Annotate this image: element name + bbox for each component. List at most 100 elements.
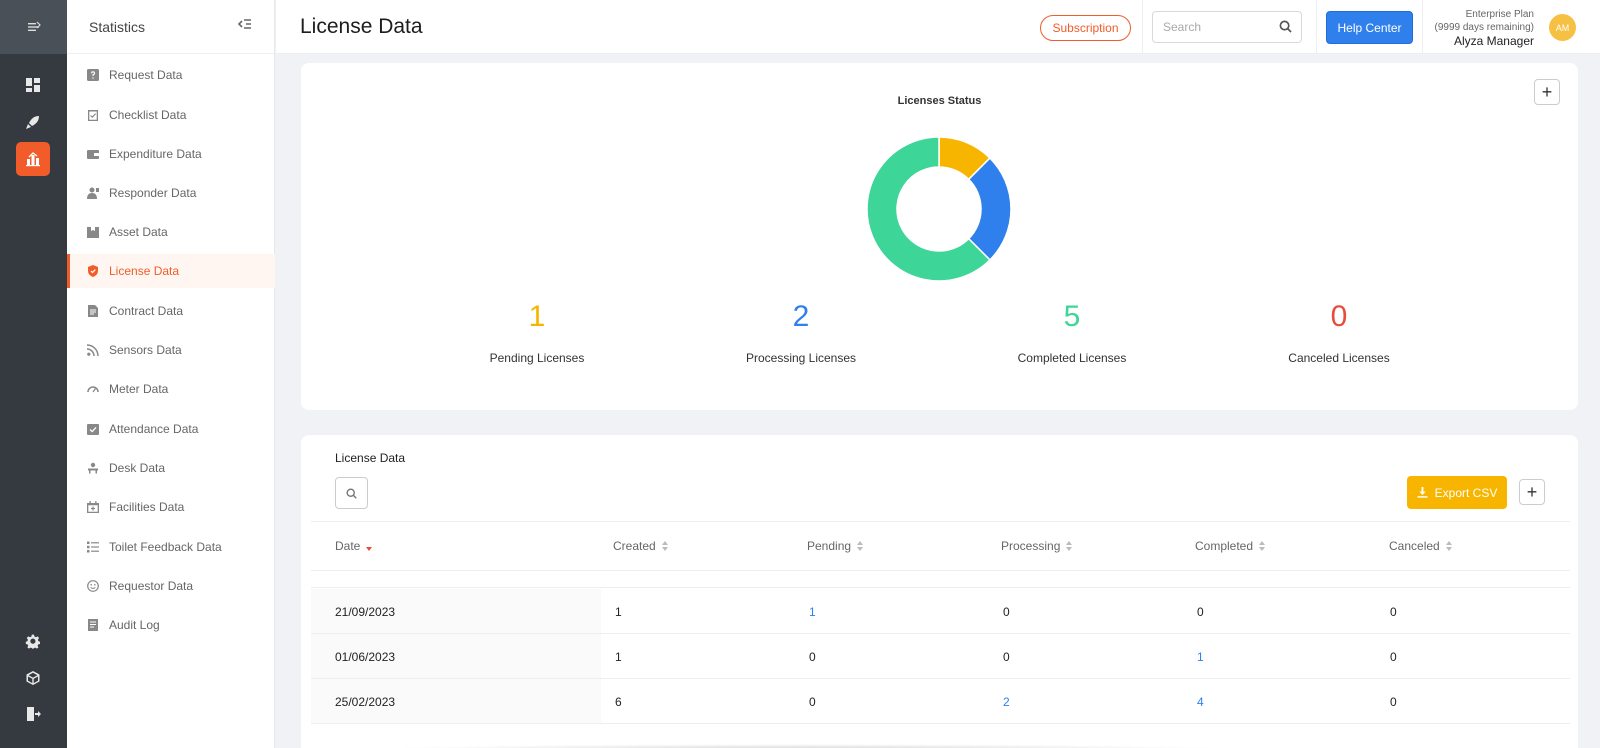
help-center-button[interactable]: Help Center (1326, 11, 1413, 44)
export-csv-button[interactable]: Export CSV (1407, 476, 1507, 509)
cell-canceled: 0 (1390, 605, 1397, 619)
search-icon (346, 487, 357, 499)
stat-value: 0 (1330, 300, 1348, 333)
sidebar-item-desk-data[interactable]: Desk Data (67, 451, 275, 485)
stat-pending: 1 Pending Licenses (437, 300, 637, 365)
checklist-icon (87, 109, 99, 121)
question-icon (87, 69, 99, 81)
box-icon (26, 671, 40, 685)
table-row: 25/02/2023 6 0 2 4 0 (311, 679, 1570, 724)
cell-created: 1 (615, 650, 622, 664)
header-search-input[interactable]: Search (1152, 11, 1302, 43)
cell-pending-link[interactable]: 1 (809, 605, 816, 619)
table-search-button[interactable] (335, 477, 368, 509)
dashboard-icon (26, 78, 40, 92)
sidebar-item-contract-data[interactable]: Contract Data (67, 294, 275, 328)
rail-modules[interactable] (16, 661, 50, 695)
stat-label: Canceled Licenses (1288, 351, 1390, 365)
column-header-created[interactable]: Created (613, 539, 668, 553)
rail-settings[interactable] (16, 625, 50, 659)
sidebar-item-audit-log[interactable]: Audit Log (67, 608, 275, 642)
cell-processing: 0 (1003, 605, 1010, 619)
column-header-completed[interactable]: Completed (1195, 539, 1266, 553)
plan-info: Enterprise Plan (9999 days remaining) Al… (1435, 8, 1535, 48)
rail-rocket[interactable] (16, 105, 50, 139)
stat-canceled: 0 Canceled Licenses (1239, 300, 1439, 365)
rail-statistics[interactable] (16, 142, 50, 176)
column-header-date[interactable]: Date (335, 539, 373, 553)
stat-label: Processing Licenses (745, 351, 857, 365)
cell-completed-link[interactable]: 4 (1197, 695, 1204, 709)
table-header: Date Created Pending Processing Complete… (311, 521, 1570, 571)
cell-date: 01/06/2023 (335, 650, 396, 664)
sidebar-item-toilet-feedback-data[interactable]: Toilet Feedback Data (67, 530, 275, 564)
cell-processing-link[interactable]: 2 (1003, 695, 1010, 709)
export-csv-label: Export CSV (1434, 485, 1498, 500)
log-icon (87, 619, 99, 631)
popup-shadow (380, 744, 1230, 748)
cell-completed-link[interactable]: 1 (1197, 650, 1204, 664)
sidebar-item-label: Request Data (109, 68, 183, 82)
sidebar-item-label: Sensors Data (109, 343, 182, 357)
plus-icon: + (1526, 482, 1538, 502)
cell-canceled: 0 (1390, 650, 1397, 664)
sidebar-item-asset-data[interactable]: Asset Data (67, 215, 275, 249)
top-header: License Data Subscription Search Help Ce… (276, 0, 1600, 54)
smiley-icon (87, 580, 99, 592)
desk-icon (87, 462, 99, 474)
sidebar-item-requestor-data[interactable]: Requestor Data (67, 569, 275, 603)
download-icon (1417, 487, 1428, 498)
sidebar-item-attendance-data[interactable]: Attendance Data (67, 412, 275, 446)
cell-canceled: 0 (1390, 695, 1397, 709)
search-placeholder: Search (1163, 20, 1202, 34)
column-header-processing[interactable]: Processing (1001, 539, 1073, 553)
user-name[interactable]: Alyza Manager (1435, 35, 1534, 48)
sidebar-item-checklist-data[interactable]: Checklist Data (67, 98, 275, 132)
sidebar-item-facilities-data[interactable]: Facilities Data (67, 490, 275, 524)
collapse-sidebar-button[interactable] (237, 17, 252, 36)
sort-icon (1066, 541, 1073, 551)
rocket-icon (26, 116, 39, 129)
header-divider (1422, 0, 1423, 54)
column-header-canceled[interactable]: Canceled (1389, 539, 1452, 553)
stat-label: Pending Licenses (489, 351, 585, 365)
sidebar-item-request-data[interactable]: Request Data (67, 58, 275, 92)
list-icon (87, 541, 99, 553)
column-label: Completed (1195, 539, 1254, 553)
cell-processing: 0 (1003, 650, 1010, 664)
plan-name: Enterprise Plan (1465, 9, 1534, 20)
add-widget-button[interactable]: + (1534, 79, 1560, 105)
sidebar-item-label: Checklist Data (109, 108, 187, 122)
statistics-icon (26, 152, 40, 167)
rail-menu-toggle[interactable] (0, 0, 67, 54)
sidebar-item-meter-data[interactable]: Meter Data (67, 372, 275, 406)
menu-expand-icon (27, 21, 41, 31)
sidebar-item-responder-data[interactable]: Responder Data (67, 176, 275, 210)
licenses-donut-chart (866, 136, 1012, 282)
search-icon[interactable] (1279, 20, 1292, 36)
table-title: License Data (335, 451, 406, 465)
sidebar-item-license-data[interactable]: License Data (67, 254, 275, 288)
add-column-button[interactable]: + (1519, 479, 1545, 505)
table-spacer-row (311, 571, 1570, 588)
sidebar-item-sensors-data[interactable]: Sensors Data (67, 333, 275, 367)
plan-days-remaining: (9999 days remaining) (1434, 22, 1535, 33)
sidebar-item-label: Toilet Feedback Data (109, 540, 222, 554)
avatar[interactable]: AM (1549, 14, 1576, 41)
sidebar-item-expenditure-data[interactable]: Expenditure Data (67, 137, 275, 171)
logout-icon (27, 707, 41, 721)
cell-date: 25/02/2023 (335, 695, 396, 709)
stat-completed: 5 Completed Licenses (972, 300, 1172, 365)
column-label: Created (613, 539, 656, 553)
column-header-pending[interactable]: Pending (807, 539, 864, 553)
rail-dashboard[interactable] (16, 68, 50, 102)
table-row: 01/06/2023 1 0 0 1 0 (311, 634, 1570, 679)
table-row: 21/09/2023 1 1 0 0 0 (311, 589, 1570, 634)
wallet-icon (87, 148, 99, 160)
column-label: Date (335, 539, 361, 553)
meter-icon (87, 383, 99, 395)
sidebar-title: Statistics (89, 18, 146, 35)
rail-logout[interactable] (16, 697, 50, 731)
sidebar-item-label: Facilities Data (109, 500, 185, 514)
subscription-button[interactable]: Subscription (1040, 15, 1131, 41)
